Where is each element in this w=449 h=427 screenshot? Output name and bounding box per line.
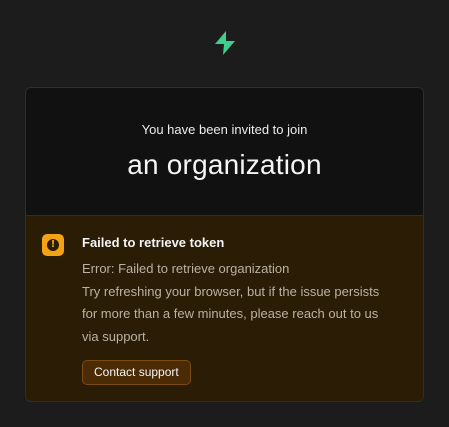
alert-body: Error: Failed to retrieve organization T… — [82, 258, 411, 348]
invite-header: You have been invited to join an organiz… — [26, 88, 423, 216]
invite-card: You have been invited to join an organiz… — [25, 87, 424, 402]
invite-intro-text: You have been invited to join — [141, 122, 308, 137]
alert-line: Error: Failed to retrieve organization — [82, 261, 290, 276]
alert-line: via support. — [82, 328, 150, 344]
contact-support-button[interactable]: Contact support — [82, 360, 191, 385]
alert-line: for more than a few minutes, please reac… — [82, 306, 379, 321]
organization-name: an organization — [127, 149, 322, 180]
warning-icon: ! — [42, 234, 64, 256]
alert-title: Failed to retrieve token — [82, 235, 225, 250]
alert-content: Failed to retrieve token Error: Failed t… — [82, 234, 411, 348]
supabase-logo-icon — [212, 30, 238, 56]
error-alert: ! Failed to retrieve token Error: Failed… — [26, 216, 423, 401]
alert-line: Try refreshing your browser, but if the … — [82, 283, 380, 299]
